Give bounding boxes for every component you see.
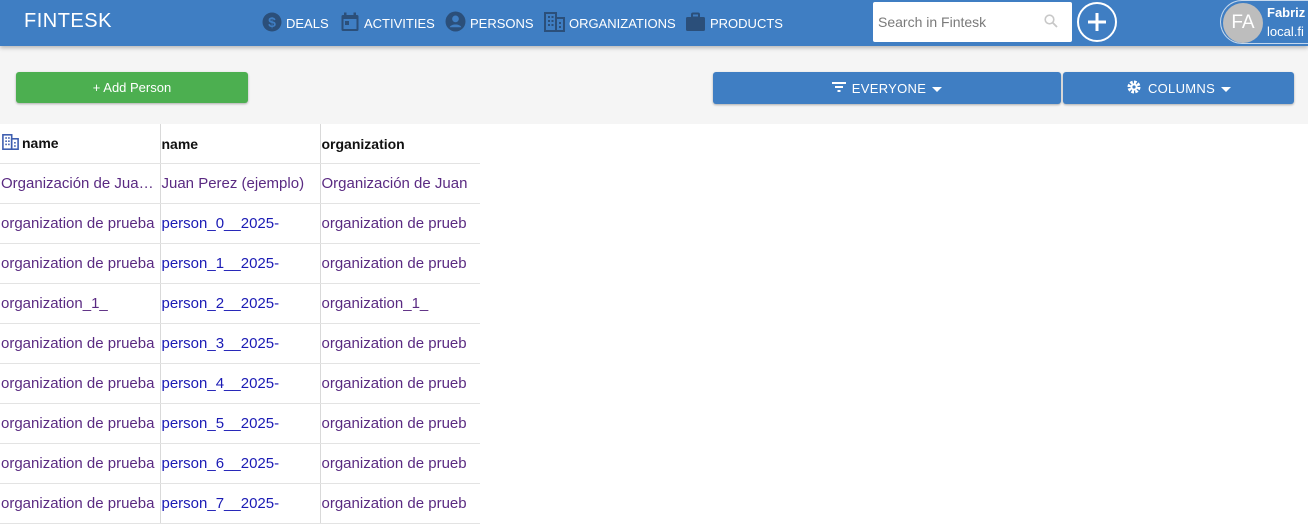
table-header-row: name name organization (0, 124, 480, 164)
person-name-link[interactable]: person_6__2025- (160, 443, 321, 484)
organization-name-link[interactable]: organization de prueba (0, 443, 161, 484)
table-row: organization de prueba person_0__2025- o… (0, 203, 480, 244)
nav-persons-label: PERSONS (470, 15, 534, 31)
briefcase-icon (685, 12, 706, 35)
building-icon (1, 134, 20, 153)
user-email: local.fi (1267, 24, 1304, 39)
organization-name-link[interactable]: organization de prueba (0, 243, 161, 284)
nav-activities-label: ACTIVITIES (364, 15, 435, 31)
person-name-link[interactable]: person_1__2025- (160, 243, 321, 284)
nav-organizations-label: ORGANIZATIONS (569, 15, 676, 31)
column-header-person-name[interactable]: name (160, 124, 321, 164)
app-brand[interactable]: FINTESK (24, 10, 112, 33)
filter-everyone-button[interactable]: EVERYONE (713, 72, 1061, 104)
organization-link[interactable]: organization_1_ (320, 283, 480, 324)
calendar-icon (340, 12, 360, 35)
table-row: organization de prueba person_1__2025- o… (0, 243, 480, 284)
user-name: Fabriz (1267, 5, 1306, 20)
quick-add-button[interactable] (1077, 2, 1117, 42)
column-header-label: name (161, 135, 199, 152)
search-icon[interactable] (1044, 14, 1058, 33)
table-row: Organización de Juan Perez Juan Perez (e… (0, 163, 480, 204)
table-row: organization de prueba person_3__2025- o… (0, 323, 480, 364)
person-icon (445, 11, 466, 35)
nav-activities[interactable]: ACTIVITIES (340, 0, 435, 46)
nav-deals-label: DEALS (286, 15, 329, 31)
nav-deals[interactable]: $ DEALS (262, 0, 329, 46)
filter-label: EVERYONE (851, 80, 927, 96)
person-name-link[interactable]: person_3__2025- (160, 323, 321, 364)
person-name-link[interactable]: person_2__2025- (160, 283, 321, 324)
person-name-link[interactable]: person_4__2025- (160, 363, 321, 404)
organization-link[interactable]: organization de prueb (320, 403, 480, 444)
organization-link[interactable]: organization de prueb (320, 243, 480, 284)
search-input[interactable] (876, 13, 1040, 31)
organization-name-link[interactable]: organization de prueba (0, 363, 161, 404)
person-name-link[interactable]: person_5__2025- (160, 403, 321, 444)
filter-icon (831, 81, 846, 96)
columns-label: COLUMNS (1147, 80, 1216, 96)
organization-link[interactable]: organization de prueb (320, 363, 480, 404)
avatar[interactable]: FA (1223, 3, 1263, 43)
column-header-organization-name[interactable]: name (0, 124, 161, 164)
column-header-organization[interactable]: organization (320, 124, 480, 164)
person-name-link[interactable]: person_7__2025- (160, 483, 321, 524)
table-row: organization de prueba person_5__2025- o… (0, 403, 480, 444)
organization-name-link[interactable]: organization de prueba (0, 403, 161, 444)
svg-text:$: $ (268, 14, 276, 30)
caret-down-icon (1221, 81, 1232, 96)
column-header-label: name (22, 135, 59, 151)
organization-link[interactable]: organization de prueb (320, 203, 480, 244)
persons-table: name name organization Organización de J… (0, 124, 480, 524)
search-box (873, 2, 1072, 42)
plus-icon (1088, 13, 1106, 31)
dollar-icon: $ (262, 12, 282, 35)
nav-organizations[interactable]: ORGANIZATIONS (544, 0, 676, 46)
organization-name-link[interactable]: organization de prueba (0, 483, 161, 524)
table-row: organization de prueba person_7__2025- o… (0, 483, 480, 524)
table-row: organization de prueba person_6__2025- o… (0, 443, 480, 484)
building-icon (544, 11, 565, 35)
caret-down-icon (932, 81, 943, 96)
organization-link[interactable]: organization de prueb (320, 323, 480, 364)
person-name-link[interactable]: person_0__2025- (160, 203, 321, 244)
gear-icon (1126, 79, 1142, 98)
column-header-label: organization (321, 135, 405, 152)
nav-products[interactable]: PRODUCTS (685, 0, 783, 46)
person-name-link[interactable]: Juan Perez (ejemplo) (160, 163, 321, 204)
organization-link[interactable]: organization de prueb (320, 443, 480, 484)
table-row: organization de prueba person_4__2025- o… (0, 363, 480, 404)
nav-products-label: PRODUCTS (710, 15, 783, 31)
organization-name-link[interactable]: organization de prueba (0, 203, 161, 244)
organization-name-link[interactable]: Organización de Juan Perez (0, 163, 161, 204)
organization-name-link[interactable]: organization_1_ (0, 283, 161, 324)
nav-persons[interactable]: PERSONS (445, 0, 534, 46)
table-row: organization_1_ person_2__2025- organiza… (0, 283, 480, 324)
top-app-bar: FINTESK $ DEALS ACTIVITIES PERSONS ORGAN… (0, 0, 1308, 46)
columns-button[interactable]: COLUMNS (1063, 72, 1294, 104)
organization-name-link[interactable]: organization de prueba (0, 323, 161, 364)
organization-link[interactable]: Organización de Juan (320, 163, 480, 204)
organization-link[interactable]: organization de prueb (320, 483, 480, 524)
add-person-button[interactable]: + Add Person (16, 72, 248, 103)
